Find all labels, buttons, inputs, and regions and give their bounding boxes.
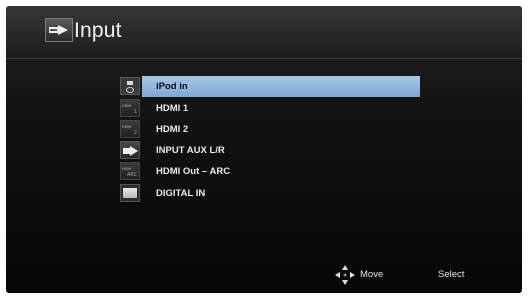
input-item-label: HDMI 2: [156, 124, 189, 135]
directional-pad-icon: [335, 265, 355, 285]
input-item-aux[interactable]: INPUT AUX L/R: [120, 140, 422, 161]
input-item-label: INPUT AUX L/R: [156, 145, 225, 156]
header-bar: Input: [6, 6, 522, 59]
input-item-hdmi-1[interactable]: HDMI 1 HDMI 1: [120, 98, 422, 119]
hdmi-icon: HDMI ARC: [120, 162, 140, 180]
move-hint-label: Move: [360, 269, 384, 280]
input-menu-screen: Input iPod in HDMI 1 HDMI 1 HDMI 2 HDMI …: [6, 6, 522, 293]
input-source-icon: [45, 18, 73, 42]
select-hint-label: Select: [438, 269, 465, 280]
input-item-label: DIGITAL IN: [156, 188, 206, 199]
input-item-label: HDMI 1: [156, 103, 189, 114]
ipod-icon: [120, 77, 140, 95]
input-item-hdmi-2[interactable]: HDMI 2 HDMI 2: [120, 119, 422, 140]
input-item-label: iPod in: [142, 76, 420, 97]
page-title: Input: [74, 19, 122, 42]
digital-in-icon: [120, 184, 140, 202]
aux-input-icon: [120, 141, 140, 159]
input-item-digital-in[interactable]: DIGITAL IN: [120, 183, 422, 204]
input-item-label: HDMI Out – ARC: [156, 166, 231, 177]
hdmi-icon: HDMI 2: [120, 120, 140, 138]
input-item-hdmi-out-arc[interactable]: HDMI ARC HDMI Out – ARC: [120, 161, 422, 182]
hdmi-icon: HDMI 1: [120, 99, 140, 117]
input-item-ipod-in[interactable]: iPod in: [120, 76, 422, 97]
